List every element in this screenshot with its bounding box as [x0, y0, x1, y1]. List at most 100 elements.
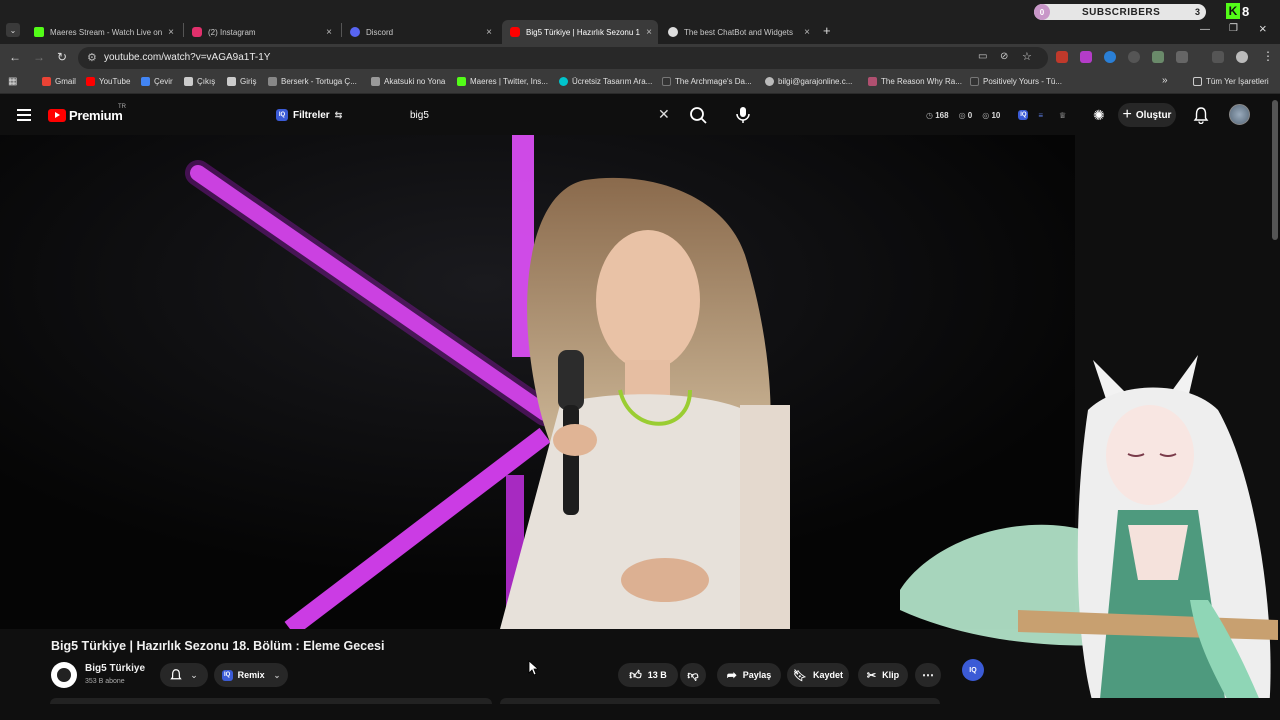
extension-icon[interactable] [1080, 51, 1092, 63]
list-icon[interactable]: ≡ [1038, 111, 1043, 120]
like-button[interactable]: 👍︎ 13 B [618, 663, 678, 687]
channel-avatar[interactable] [51, 662, 77, 688]
bookmarks-bar: ▦ Gmail YouTube Çevir Çıkış Giriş Berser… [0, 72, 1280, 94]
trophy-icon[interactable]: ♕ [1059, 111, 1066, 120]
share-button[interactable]: ➦ Paylaş [717, 663, 781, 687]
close-icon[interactable]: × [804, 27, 810, 38]
channel-name[interactable]: Big5 Türkiye [85, 663, 145, 674]
bookmark-site-icon [268, 77, 277, 86]
vtuber-avatar [900, 355, 1278, 720]
youtube-icon [510, 27, 520, 37]
youtube-premium-logo[interactable]: Premium TR [48, 104, 126, 123]
media-controls-icon[interactable] [1212, 51, 1224, 63]
more-actions-button[interactable]: ⋯ [915, 663, 941, 687]
stat-likes: 0 [967, 110, 973, 120]
remix-button[interactable]: IQ Remix ⌄ [214, 663, 288, 687]
tab-streamelements[interactable]: The best ChatBot and Widgets × [660, 20, 816, 44]
voice-search-button[interactable] [733, 103, 753, 127]
bookmark-item[interactable]: Çevir [141, 77, 173, 86]
search-input[interactable] [400, 103, 682, 127]
gmail-icon [42, 77, 51, 86]
extension-gear-icon[interactable]: ✺ [1093, 107, 1105, 124]
window-close-button[interactable]: × [1259, 21, 1267, 36]
kick-count: 8 [1242, 3, 1250, 19]
bookmark-item[interactable]: The Reason Why Ra... [868, 77, 962, 86]
reload-icon[interactable]: ↻ [57, 50, 67, 64]
more-bookmarks-icon[interactable]: » [1162, 75, 1168, 86]
bell-icon [170, 669, 182, 680]
bookmark-star-icon[interactable]: ☆ [1022, 50, 1032, 63]
iq-extension-icon: IQ [276, 109, 288, 121]
clear-search-icon[interactable]: ✕ [658, 106, 670, 123]
eye-off-icon[interactable]: ⊘ [1000, 51, 1008, 62]
bookmark-item[interactable]: Berserk - Tortuga Ç... [268, 77, 357, 86]
bookmark-item[interactable]: Positively Yours - Tü... [970, 77, 1062, 86]
account-avatar[interactable] [1229, 104, 1250, 125]
bookmark-item[interactable]: Gmail [42, 77, 76, 86]
bookmark-item[interactable]: Çıkış [184, 77, 215, 86]
cast-icon[interactable]: ▭ [978, 51, 987, 62]
all-bookmarks-button[interactable]: Tüm Yer İşaretleri [1193, 77, 1269, 86]
iq-action-button[interactable]: IQ [962, 659, 984, 681]
page-icon [227, 77, 236, 86]
extension-icon[interactable] [1152, 51, 1164, 63]
restore-button[interactable]: ❐ [1229, 23, 1238, 34]
bookmark-item[interactable]: Giriş [227, 77, 256, 86]
page-bottom [0, 698, 1280, 720]
eye-icon: ◎ [958, 110, 966, 120]
search-button[interactable] [686, 103, 710, 127]
thumbs-down-icon: 👎︎ [687, 669, 699, 682]
chevron-down-icon: ⌄ [273, 670, 281, 680]
clip-button[interactable]: ✂ Klip [858, 663, 908, 687]
bookmark-item[interactable]: Akatsuki no Yona [371, 77, 445, 86]
tab-search-button[interactable]: ⌄ [6, 23, 20, 37]
notifications-bell-icon[interactable] [1193, 106, 1209, 129]
browser-menu-icon[interactable]: ⋮ [1262, 49, 1274, 63]
tab-instagram[interactable]: (2) Instagram × [184, 20, 338, 44]
page-icon [184, 77, 193, 86]
bookmark-item[interactable]: YouTube [86, 77, 130, 86]
subscription-bell-button[interactable]: ⌄ [160, 663, 208, 687]
remix-label: Remix [237, 670, 265, 680]
back-arrow-icon[interactable]: ← [9, 50, 21, 64]
bookmark-item[interactable]: Ücretsiz Tasarım Ara... [559, 77, 652, 86]
site-info-icon[interactable]: ⚙ [87, 51, 97, 64]
country-code: TR [118, 104, 126, 110]
extension-icon[interactable] [1128, 51, 1140, 63]
close-icon[interactable]: × [326, 27, 332, 38]
tab-kick[interactable]: Maeres Stream - Watch Live on × [26, 20, 180, 44]
browser-tab-strip: ⌄ Maeres Stream - Watch Live on × (2) In… [0, 0, 1280, 44]
tab-youtube-active[interactable]: Big5 Türkiye | Hazırlık Sezonu 1 × [502, 20, 658, 44]
minimize-button[interactable]: — [1200, 24, 1210, 35]
create-button[interactable]: + Oluştur [1118, 103, 1176, 127]
forward-arrow-icon[interactable]: → [33, 50, 45, 64]
extension-badge-icon[interactable] [1056, 51, 1068, 63]
bookmark-item[interactable]: The Archmage's Da... [662, 77, 752, 86]
chevron-down-icon: ⌄ [190, 669, 198, 680]
dislike-button[interactable]: 👎︎ [680, 663, 706, 687]
clock-icon: ◷ [926, 110, 933, 120]
close-icon[interactable]: × [646, 27, 652, 38]
hamburger-menu-icon[interactable] [17, 109, 31, 121]
search-box: ✕ [400, 103, 682, 127]
tab-discord[interactable]: Discord × [342, 20, 498, 44]
profile-avatar[interactable] [1236, 51, 1248, 63]
puzzle-extensions-icon[interactable] [1176, 51, 1188, 63]
filters-button[interactable]: IQ Filtreler ⇆ [276, 105, 344, 125]
channel-logo-icon [57, 668, 71, 682]
search-icon [690, 107, 707, 124]
iq-extension-icon[interactable]: IQ [1018, 110, 1029, 120]
bookmark-item[interactable]: Maeres | Twitter, Ins... [457, 77, 548, 86]
microphone-icon [736, 107, 750, 123]
bookmark-item[interactable]: bilgi@garajonline.c... [765, 77, 852, 86]
address-bar[interactable]: ⚙ youtube.com/watch?v=vAGA9a1T-1Y ▭ ⊘ ☆ [78, 47, 1048, 69]
close-icon[interactable]: × [486, 27, 492, 38]
close-icon[interactable]: × [168, 27, 174, 38]
page-scrollbar[interactable] [1272, 100, 1278, 240]
new-tab-button[interactable]: + [823, 23, 831, 38]
discord-icon [350, 27, 360, 37]
extension-icon[interactable] [1104, 51, 1116, 63]
apps-grid-icon[interactable]: ▦ [8, 76, 17, 87]
save-button[interactable]: 🔖︎ Kaydet [787, 663, 849, 687]
scissors-icon: ✂ [866, 669, 877, 682]
